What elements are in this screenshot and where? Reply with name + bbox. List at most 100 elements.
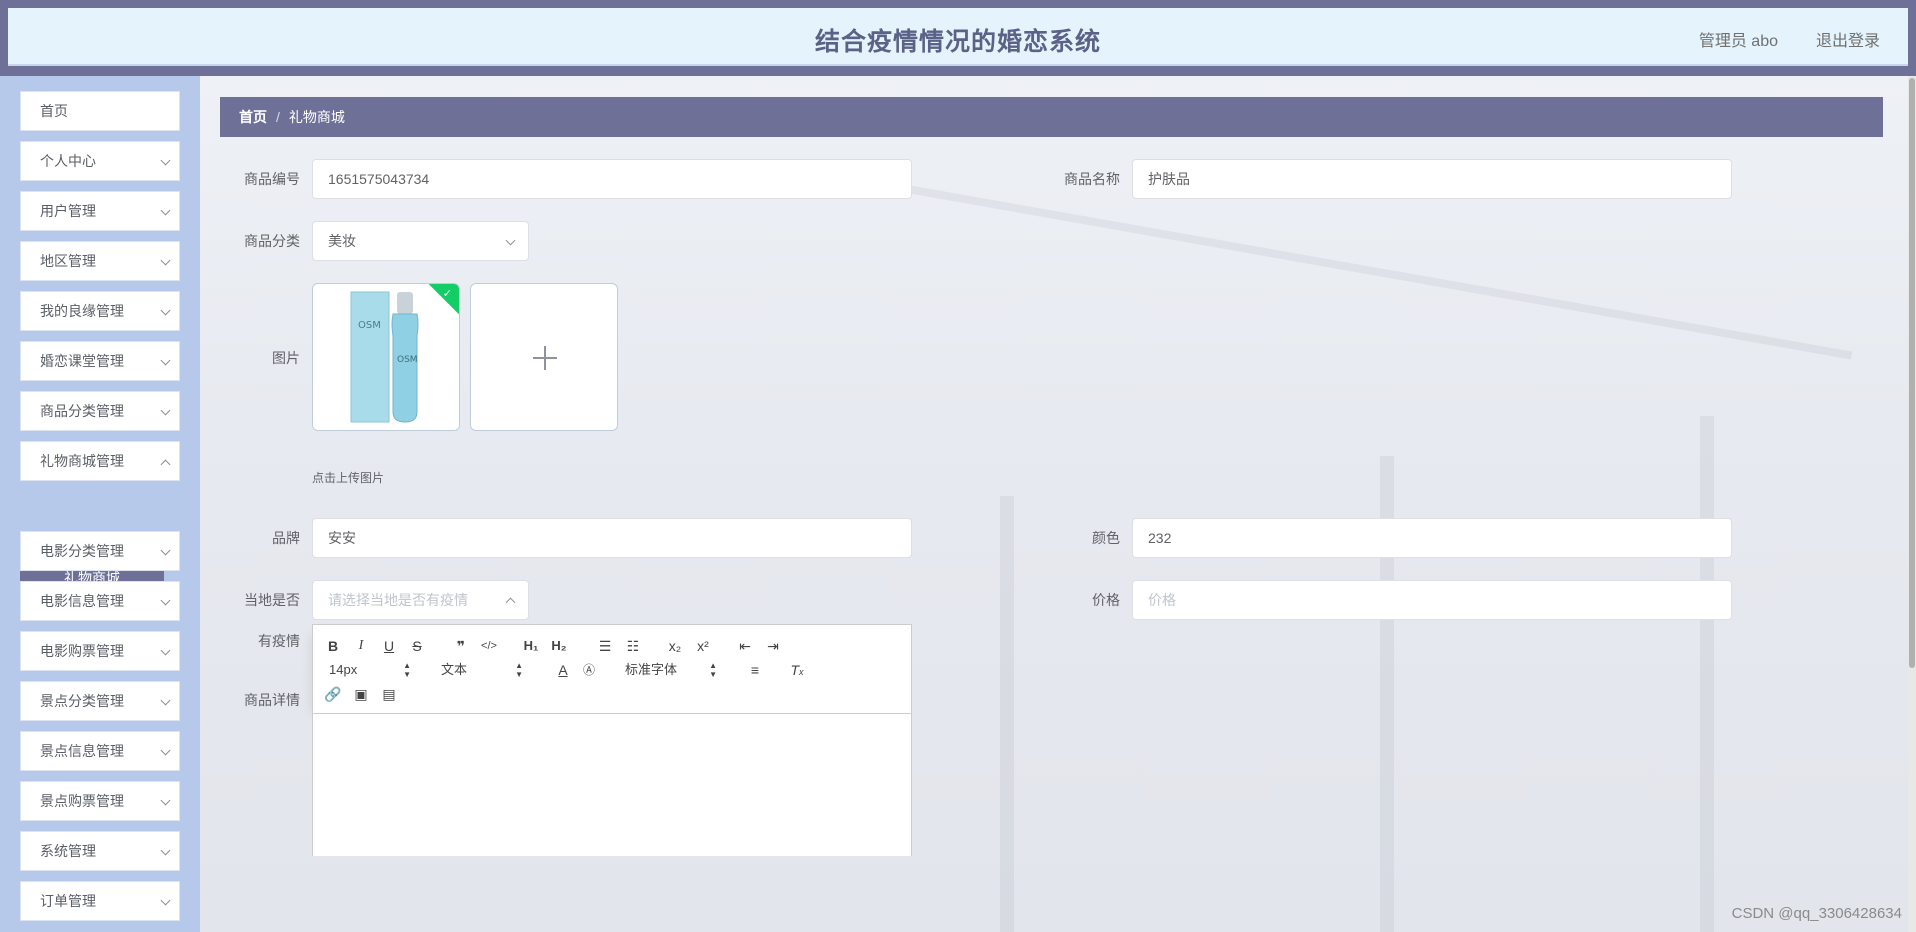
detail-label: 商品详情 [244,692,300,708]
sidebar-item-label: 用户管理 [40,203,96,219]
sidebar-item-spot-info[interactable]: 景点信息管理 [20,731,180,771]
watermark: CSDN @qq_3306428634 [1731,905,1902,922]
sidebar-item-label: 个人中心 [40,153,96,169]
chevron-down-icon [160,405,171,416]
scrollbar-thumb[interactable] [1909,78,1915,668]
heading1-icon[interactable]: H₁ [521,637,541,655]
sidebar-item-home[interactable]: 首页 [20,91,180,131]
epidemic-select[interactable]: 请选择当地是否有疫情 [312,580,529,620]
bullet-list-icon[interactable]: ☷ [623,637,643,655]
video-icon[interactable]: ▤ [379,685,399,703]
breadcrumb: 首页 / 礼物商城 [220,97,1883,137]
upload-image-button[interactable] [470,283,618,431]
sidebar-item-orders[interactable]: 订单管理 [20,881,180,921]
sidebar-item-label: 商品分类管理 [40,403,124,419]
sidebar-item-movie-tickets[interactable]: 电影购票管理 [20,631,180,671]
chevron-down-icon [160,895,171,906]
sidebar-item-spot-tickets[interactable]: 景点购票管理 [20,781,180,821]
brand-input[interactable]: 安安 [312,518,912,558]
chevron-down-icon [160,545,171,556]
sidebar-item-love-class[interactable]: 婚恋课堂管理 [20,341,180,381]
sidebar-item-label: 首页 [40,103,68,119]
link-icon[interactable]: 🔗 [323,685,343,703]
header: 结合疫情情况的婚恋系统 管理员 abo 退出登录 [8,8,1908,66]
uploaded-image-card[interactable]: OSM OSM ✓ [312,283,460,431]
chevron-down-icon [160,255,171,266]
font-family-value: 标准字体 [625,662,678,677]
align-icon[interactable]: ≡ [745,661,765,679]
chevron-down-icon [160,795,171,806]
image-icon[interactable]: ▣ [351,685,371,703]
chevron-down-icon [160,745,171,756]
product-code-label: 商品编号 [244,171,300,187]
editor-toolbar: B I U S ❞ </> H₁ H₂ ☰ ☷ x₂ x² ⇤ ⇥ 14px ▲ ▼… [313,625,911,714]
chevron-down-icon [160,305,171,316]
sidebar-item-movie-info[interactable]: 电影信息管理 [20,581,180,621]
sidebar-item-spot-category[interactable]: 景点分类管理 [20,681,180,721]
blockquote-icon[interactable]: ❞ [451,637,471,655]
top-bar: 结合疫情情况的婚恋系统 管理员 abo 退出登录 [0,0,1916,76]
ordered-list-icon[interactable]: ☰ [595,637,615,655]
italic-icon[interactable]: I [351,637,371,655]
sidebar-item-label: 景点信息管理 [40,743,124,759]
epidemic-label-line2: 有疫情 [258,633,300,649]
breadcrumb-home[interactable]: 首页 [239,109,267,125]
sidebar-item-label: 系统管理 [40,843,96,859]
price-input[interactable]: 价格 [1132,580,1732,620]
bold-icon[interactable]: B [323,637,343,655]
color-input[interactable]: 232 [1132,518,1732,558]
chevron-down-icon [160,155,171,166]
code-block-icon[interactable]: </> [479,637,499,655]
block-format-picker[interactable]: 文本 ▲ ▼ [441,661,523,679]
product-category-select[interactable]: 美妆 [312,221,529,261]
font-family-picker[interactable]: 标准字体 ▲ ▼ [625,661,717,679]
sidebar-item-product-category[interactable]: 商品分类管理 [20,391,180,431]
sidebar-item-label: 婚恋课堂管理 [40,353,124,369]
current-user: 管理员 abo [1698,33,1778,50]
underline-icon[interactable]: U [379,637,399,655]
font-color-icon[interactable]: A [553,661,573,679]
sidebar-item-label: 我的良缘管理 [40,303,124,319]
chevron-down-icon [160,845,171,856]
chevron-down-icon [160,695,171,706]
check-icon: ✓ [442,288,452,300]
indent-icon[interactable]: ⇥ [763,637,783,655]
product-name-label: 商品名称 [1064,171,1120,187]
background-decoration [1000,496,1014,932]
chevron-down-icon [160,645,171,656]
background-decoration [1700,416,1714,932]
sidebar-item-users[interactable]: 用户管理 [20,191,180,231]
sidebar-item-label: 电影分类管理 [40,543,124,559]
product-code-input[interactable]: 1651575043734 [312,159,912,199]
heading2-icon[interactable]: H₂ [549,637,569,655]
superscript-icon[interactable]: x² [693,637,713,655]
block-format-value: 文本 [441,662,468,677]
sidebar-item-regions[interactable]: 地区管理 [20,241,180,281]
sidebar-item-personal-center[interactable]: 个人中心 [20,141,180,181]
sidebar-item-gift-mall[interactable]: 礼物商城管理 [20,441,180,481]
sidebar-item-movie-category[interactable]: 电影分类管理 [20,531,180,571]
clear-format-icon[interactable]: Tx [787,661,807,679]
chevron-up-icon [160,459,171,470]
sidebar-item-system[interactable]: 系统管理 [20,831,180,871]
sidebar: 首页 个人中心 用户管理 地区管理 我的良缘管理 婚恋课堂管理 商品分类管理 礼… [0,76,200,932]
sidebar-item-my-matches[interactable]: 我的良缘管理 [20,291,180,331]
product-image: OSM OSM [313,284,459,430]
background-color-icon[interactable]: Ⓐ [579,661,599,679]
sidebar-item-label: 电影信息管理 [40,593,124,609]
updown-icon: ▲ ▼ [515,661,523,679]
breadcrumb-current: 礼物商城 [288,109,345,125]
product-category-value: 美妆 [328,233,356,249]
subscript-icon[interactable]: x₂ [665,637,685,655]
rich-text-editor[interactable]: B I U S ❞ </> H₁ H₂ ☰ ☷ x₂ x² ⇤ ⇥ 14px ▲ ▼… [312,624,912,856]
product-name-input[interactable]: 护肤品 [1132,159,1732,199]
outdent-icon[interactable]: ⇤ [735,637,755,655]
font-size-picker[interactable]: 14px ▲ ▼ [329,661,411,679]
chevron-down-icon [505,235,516,246]
logout-link[interactable]: 退出登录 [1816,27,1880,51]
sidebar-item-label: 礼物商城管理 [40,453,124,469]
font-size-value: 14px [329,662,358,677]
sidebar-item-label: 地区管理 [40,253,96,269]
price-label: 价格 [1092,592,1120,608]
strikethrough-icon[interactable]: S [407,637,427,655]
